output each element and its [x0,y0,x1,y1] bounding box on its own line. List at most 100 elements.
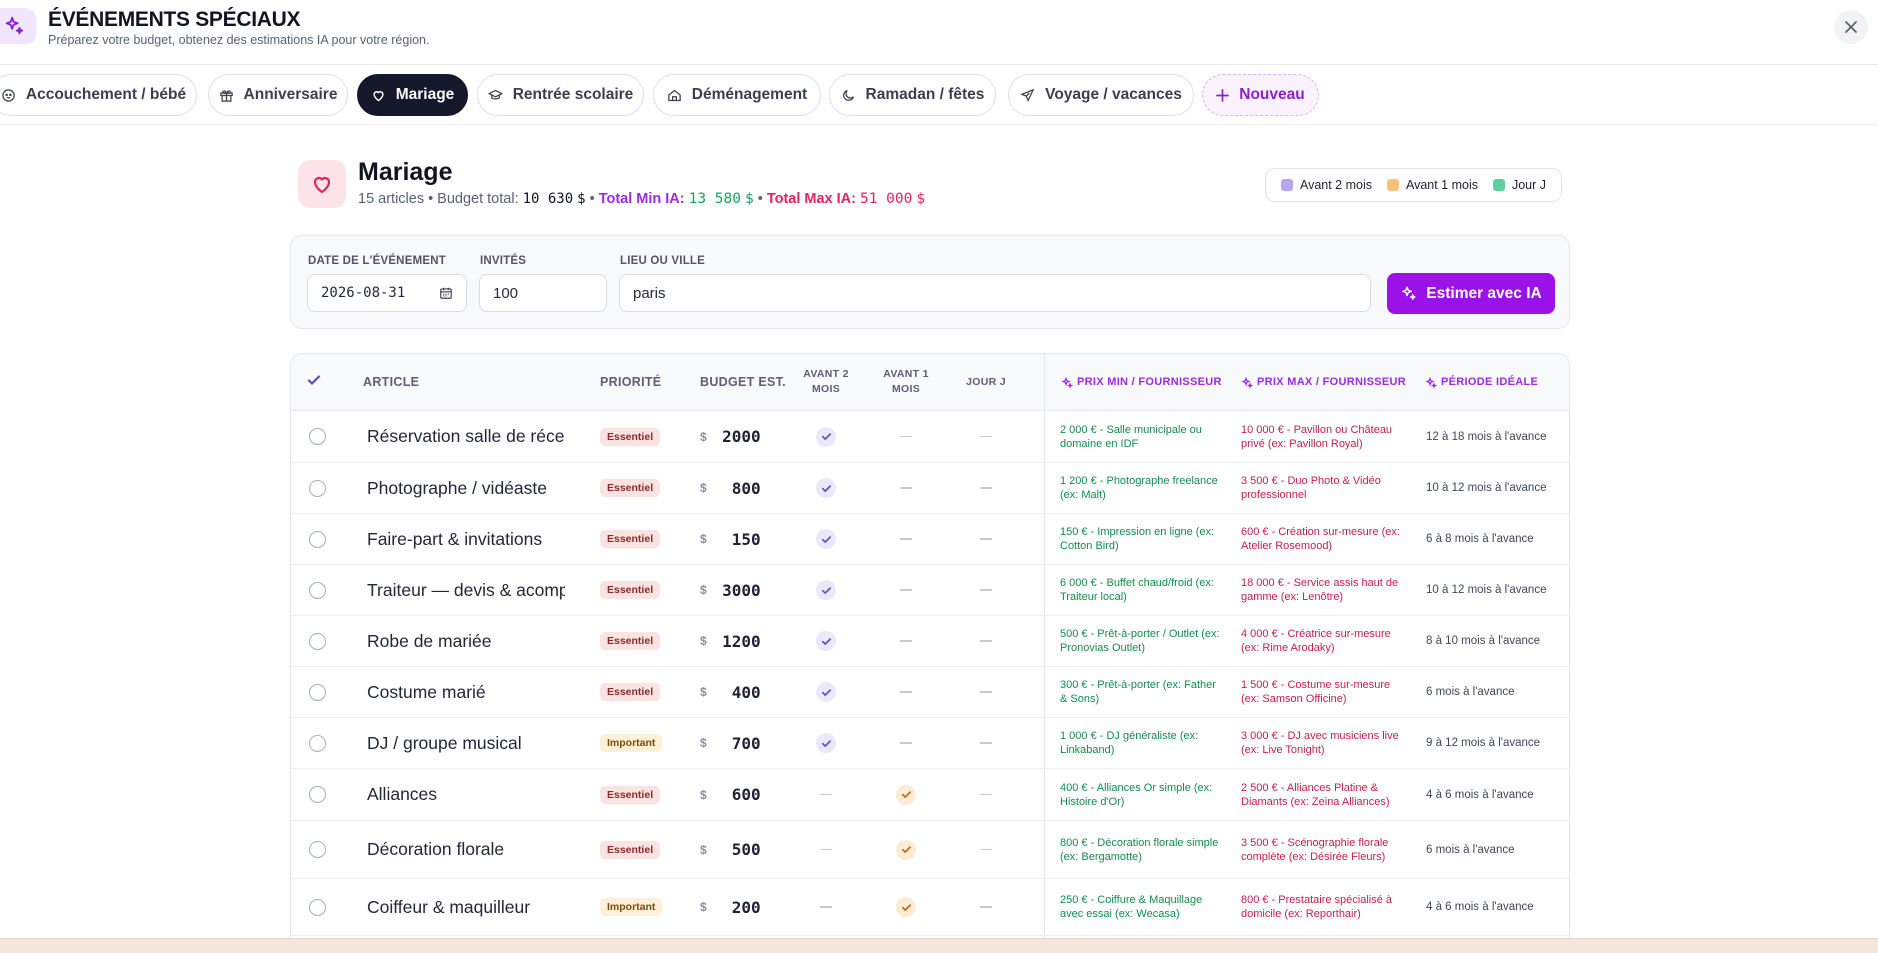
row-select-radio[interactable] [309,734,326,752]
before2-cell[interactable] [806,616,846,666]
before2-cell[interactable] [806,463,846,513]
before2-cell[interactable] [806,718,846,768]
before1-cell[interactable] [886,616,926,666]
row-select-radio[interactable] [309,428,326,445]
article-name[interactable]: Alliances [367,784,565,805]
before1-cell[interactable] [886,769,926,820]
before2-cell[interactable] [806,879,846,935]
before2-cell[interactable] [806,514,846,564]
empty-marker[interactable] [980,742,992,744]
before1-cell[interactable] [886,667,926,717]
priority-badge[interactable]: Essentiel [600,785,661,804]
budget-input[interactable]: 500 [721,840,761,859]
tab-ramadan[interactable]: Ramadan / fêtes [829,74,996,116]
empty-marker[interactable] [900,691,912,693]
check-icon[interactable] [816,733,836,753]
tab-nouveau[interactable]: Nouveau [1202,74,1319,116]
budget-input[interactable]: 1200 [721,632,761,651]
check-icon[interactable] [816,426,836,447]
check-icon[interactable] [896,784,916,805]
table-row[interactable]: Traiteur — devis & acompte Essentiel $3000… [291,565,1569,616]
article-name[interactable]: Faire-part & invitations [367,529,565,550]
budget-input[interactable]: 600 [721,785,761,804]
check-icon[interactable] [816,478,836,498]
row-select-radio[interactable] [309,841,326,858]
budget-input[interactable]: 150 [721,530,761,549]
before1-cell[interactable] [886,463,926,513]
estimate-ai-button[interactable]: Estimer avec IA [1387,273,1555,314]
dday-cell[interactable] [966,616,1006,666]
empty-marker[interactable] [900,487,912,489]
table-row[interactable]: Faire-part & invitations Essentiel $150 150… [291,514,1569,565]
table-row[interactable]: Coiffeur & maquilleur Important $200 250 € … [291,879,1569,936]
check-icon[interactable] [816,580,836,600]
calendar-icon[interactable] [439,286,453,300]
guests-field[interactable]: 100 [479,274,607,312]
empty-marker[interactable] [980,487,992,489]
before2-cell[interactable] [806,667,846,717]
before1-cell[interactable] [886,514,926,564]
check-icon[interactable] [816,529,836,549]
before2-cell[interactable] [806,821,846,878]
budget-input[interactable]: 3000 [721,581,761,600]
place-field[interactable]: paris [619,274,1371,312]
table-row[interactable]: Réservation salle de réception Essentiel $… [291,411,1569,463]
priority-badge[interactable]: Essentiel [600,840,661,859]
empty-marker[interactable] [900,538,912,540]
article-name[interactable]: DJ / groupe musical [367,733,565,754]
before2-cell[interactable] [806,411,846,462]
empty-marker[interactable] [980,435,992,438]
before1-cell[interactable] [886,411,926,462]
priority-badge[interactable]: Essentiel [600,530,661,548]
dday-cell[interactable] [966,879,1006,935]
empty-marker[interactable] [980,691,992,693]
table-row[interactable]: Photographe / vidéaste Essentiel $800 1 200… [291,463,1569,514]
tab-rentree-scolaire[interactable]: Rentrée scolaire [477,74,644,116]
article-name[interactable]: Costume marié [367,682,565,703]
budget-input[interactable]: 400 [721,683,761,702]
row-select-radio[interactable] [309,786,326,803]
dday-cell[interactable] [966,718,1006,768]
before1-cell[interactable] [886,879,926,935]
empty-marker[interactable] [980,538,992,540]
dday-cell[interactable] [966,463,1006,513]
tab-anniversaire[interactable]: Anniversaire [208,74,348,116]
table-row[interactable]: DJ / groupe musical Important $700 1 000 € … [291,718,1569,769]
dday-cell[interactable] [966,514,1006,564]
before2-cell[interactable] [806,769,846,820]
table-row[interactable]: Alliances Essentiel $600 400 € - Alliances … [291,769,1569,821]
priority-badge[interactable]: Essentiel [600,479,661,497]
empty-marker[interactable] [900,640,912,642]
article-name[interactable]: Traiteur — devis & acompte [367,580,565,601]
before1-cell[interactable] [886,718,926,768]
tab-accouchement[interactable]: Accouchement / bébé [0,74,197,116]
row-select-radio[interactable] [309,581,326,599]
row-select-radio[interactable] [309,632,326,650]
dday-cell[interactable] [966,769,1006,820]
priority-badge[interactable]: Important [600,734,663,752]
dday-cell[interactable] [966,821,1006,878]
date-field[interactable]: 2026-08-31 [307,274,467,312]
table-row[interactable]: Robe de mariée Essentiel $1200 500 € - Prêt… [291,616,1569,667]
budget-input[interactable]: 700 [721,734,761,753]
priority-badge[interactable]: Essentiel [600,632,661,650]
table-row[interactable]: Décoration florale Essentiel $500 800 € - D… [291,821,1569,879]
check-icon[interactable] [896,897,916,917]
dday-cell[interactable] [966,565,1006,615]
budget-input[interactable]: 200 [721,898,761,917]
row-select-radio[interactable] [309,898,326,916]
empty-marker[interactable] [900,742,912,744]
empty-marker[interactable] [900,589,912,591]
check-icon[interactable] [896,839,916,860]
dday-cell[interactable] [966,411,1006,462]
budget-input[interactable]: 800 [721,479,761,498]
budget-input[interactable]: 2000 [721,427,761,446]
article-name[interactable]: Coiffeur & maquilleur [367,897,565,918]
select-all-checkbox[interactable] [307,373,321,391]
check-icon[interactable] [816,631,836,651]
dday-cell[interactable] [966,667,1006,717]
check-icon[interactable] [816,682,836,702]
empty-marker[interactable] [900,435,912,438]
empty-marker[interactable] [980,589,992,591]
table-row[interactable]: Costume marié Essentiel $400 300 € - Prêt-à… [291,667,1569,718]
